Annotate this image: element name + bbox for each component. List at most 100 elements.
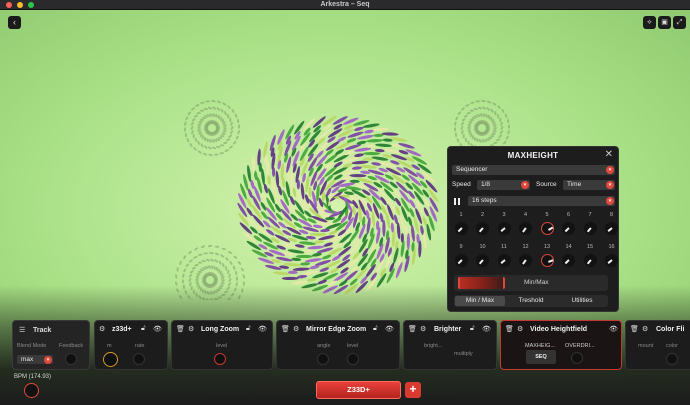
- sphere-spike: [221, 247, 226, 251]
- eye-icon[interactable]: 👁︎: [385, 325, 394, 333]
- feedback-label: Feedback: [59, 343, 84, 349]
- step-knob[interactable]: [519, 254, 532, 267]
- sphere-spike: [497, 114, 500, 119]
- track-card[interactable]: ☰ Track Blend Mode Feedback max ▾: [12, 320, 90, 370]
- sphere-spike: [232, 140, 237, 145]
- sphere-spike: [212, 146, 217, 150]
- form-spike: [349, 179, 360, 183]
- sphere-spike: [205, 100, 210, 103]
- sphere-spike: [473, 136, 476, 142]
- minmax-range-fill[interactable]: [458, 277, 505, 289]
- step-knob[interactable]: [562, 222, 575, 235]
- nodes-icon[interactable]: ⟡: [643, 16, 656, 29]
- step-knob[interactable]: [583, 222, 597, 235]
- source-select[interactable]: Time ▾: [563, 180, 615, 190]
- form-spike: [275, 170, 280, 188]
- step-knob[interactable]: [497, 254, 511, 267]
- form-spike: [381, 132, 399, 136]
- sphere-spike: [185, 116, 189, 121]
- unlock-icon[interactable]: 🔓︎: [246, 325, 251, 333]
- unlock-icon[interactable]: 🔓︎: [373, 325, 378, 333]
- effect-card-z33d[interactable]: ⚙ z33d+ 🔓︎ 👁︎ m rate: [94, 320, 168, 370]
- eye-icon[interactable]: 👁︎: [482, 325, 491, 333]
- step-knob[interactable]: [497, 222, 511, 235]
- param-knob[interactable]: [133, 353, 145, 365]
- trash-icon[interactable]: 🗑︎: [408, 325, 417, 333]
- step-knob[interactable]: [540, 254, 554, 267]
- trash-icon[interactable]: 🗑︎: [630, 325, 639, 333]
- bpm-knob[interactable]: [24, 383, 39, 398]
- gear-icon[interactable]: ⚙: [420, 325, 426, 333]
- sphere-spike: [227, 269, 230, 275]
- gear-icon[interactable]: ⚙: [642, 325, 648, 333]
- step-knob[interactable]: [519, 222, 532, 235]
- step-knob[interactable]: [454, 222, 468, 235]
- speed-select[interactable]: 1/8 ▾: [477, 180, 530, 190]
- back-icon[interactable]: ‹: [8, 16, 21, 29]
- step-number: 7: [588, 212, 592, 218]
- trash-icon[interactable]: 🗑︎: [505, 325, 514, 333]
- form-spike: [363, 151, 381, 156]
- blend-mode-select[interactable]: max ▾: [17, 355, 53, 364]
- pause-icon[interactable]: [454, 197, 461, 206]
- scene-button[interactable]: Z33D+: [316, 381, 401, 399]
- unlock-icon[interactable]: 🔓︎: [470, 325, 475, 333]
- sphere-spike: [466, 112, 471, 115]
- step-knob[interactable]: [540, 222, 554, 235]
- gear-icon[interactable]: ⚙: [293, 325, 299, 333]
- add-scene-button[interactable]: +: [405, 382, 421, 398]
- step-knob[interactable]: [583, 254, 597, 267]
- tab-treshold[interactable]: Treshold: [506, 296, 556, 306]
- eye-icon[interactable]: 👁︎: [609, 325, 618, 333]
- sphere-spike: [237, 124, 240, 129]
- step-number: 4: [523, 212, 528, 218]
- step-knob[interactable]: [476, 254, 489, 267]
- effect-card-long-zoom[interactable]: 🗑︎ ⚙ Long Zoom 🔓︎ 👁︎ level: [171, 320, 273, 370]
- step-knob[interactable]: [605, 254, 618, 267]
- step-knob[interactable]: [605, 222, 618, 235]
- effect-card-video-heightfield[interactable]: 🗑︎ ⚙ Video Heightfield 👁︎ MAXHEIG... OVE…: [500, 320, 622, 370]
- unlock-icon[interactable]: 🔓︎: [141, 325, 146, 333]
- tab-min-max[interactable]: Min / Max: [455, 296, 505, 306]
- effect-card-brighter[interactable]: 🗑︎ ⚙ Brighter 🔓︎ 👁︎ bright... multiply: [403, 320, 497, 370]
- sphere-spike: [216, 100, 222, 104]
- sphere-spike: [211, 99, 216, 103]
- trash-icon[interactable]: 🗑︎: [281, 325, 290, 333]
- sphere-spike: [476, 138, 479, 143]
- param-knob[interactable]: [317, 353, 329, 365]
- feedback-knob[interactable]: [65, 353, 77, 365]
- effect-card-mirror-edge-zoom[interactable]: 🗑︎ ⚙ Mirror Edge Zoom 🔓︎ 👁︎ angle level: [276, 320, 400, 370]
- fullscreen-icon[interactable]: ⤢: [673, 16, 686, 29]
- param-knob[interactable]: [103, 352, 118, 367]
- step-number: 13: [543, 244, 551, 250]
- trash-icon[interactable]: 🗑︎: [176, 325, 185, 333]
- step-knob[interactable]: [562, 254, 575, 267]
- form-spike: [252, 195, 261, 211]
- eye-icon[interactable]: 👁︎: [153, 325, 162, 333]
- gear-icon[interactable]: ⚙: [517, 325, 523, 333]
- layers-icon[interactable]: ▣: [658, 16, 671, 29]
- sphere-spike: [465, 104, 470, 107]
- form-spike: [290, 173, 294, 191]
- steps-select[interactable]: 16 steps ▾: [468, 196, 615, 206]
- gear-icon[interactable]: ⚙: [188, 325, 194, 333]
- close-icon[interactable]: ✕: [605, 149, 613, 160]
- effect-card-color-flip[interactable]: 🗑︎ ⚙ Color Fli mount color: [625, 320, 690, 370]
- seq-button[interactable]: SEQ: [526, 350, 556, 364]
- param-knob[interactable]: [347, 353, 359, 365]
- param-knob[interactable]: [666, 353, 678, 365]
- eye-icon[interactable]: 👁︎: [258, 325, 267, 333]
- form-spike: [263, 141, 268, 159]
- step-knob[interactable]: [454, 254, 468, 267]
- sphere-spike: [498, 134, 503, 138]
- minmax-range-slider[interactable]: Min/Max: [454, 275, 608, 291]
- gear-icon[interactable]: ⚙: [99, 325, 105, 333]
- mode-select[interactable]: Sequencer ▾: [452, 165, 615, 175]
- card-title: Color Fli: [656, 326, 685, 333]
- sphere-spike: [227, 251, 233, 254]
- step-knob[interactable]: [476, 222, 489, 235]
- param-knob[interactable]: [214, 353, 226, 365]
- param-knob[interactable]: [571, 352, 583, 364]
- sphere-spike: [470, 101, 475, 104]
- tab-utilities[interactable]: Utilities: [557, 296, 607, 306]
